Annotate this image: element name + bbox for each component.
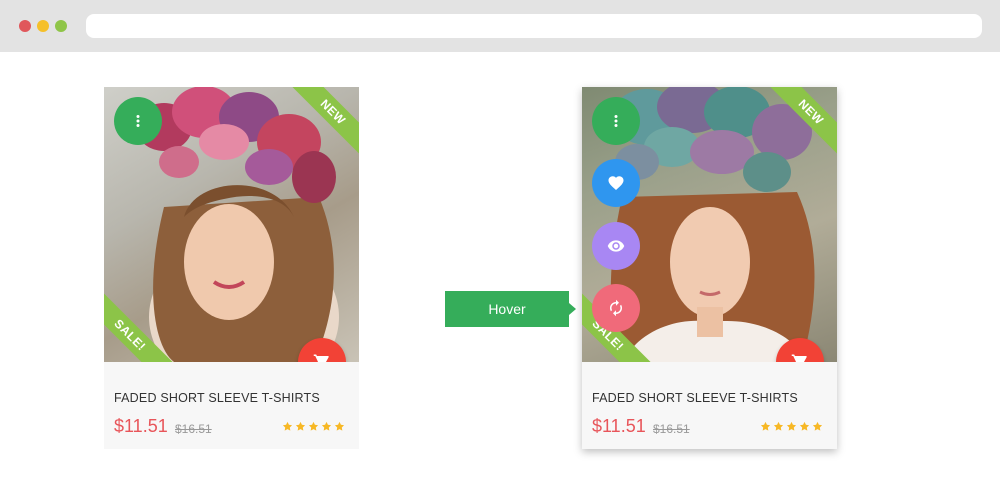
star-rating (760, 419, 823, 431)
eye-icon (607, 240, 625, 252)
product-price: $11.51 (592, 416, 646, 436)
star-icon (786, 419, 797, 431)
product-card-default[interactable]: NEW SALE! FADED SHORT SLEEVE T-SHIRTS $1… (104, 87, 359, 449)
product-title[interactable]: FADED SHORT SLEEVE T-SHIRTS (592, 391, 798, 405)
star-icon (773, 419, 784, 431)
address-bar[interactable] (86, 14, 982, 38)
maximize-window-dot[interactable] (55, 20, 67, 32)
heart-icon (608, 176, 624, 191)
browser-toolbar (0, 0, 1000, 52)
hover-arrow (569, 303, 576, 315)
star-icon (799, 419, 810, 431)
product-old-price: $16.51 (175, 422, 212, 436)
star-icon (282, 419, 293, 431)
more-vert-icon (136, 115, 140, 127)
product-old-price: $16.51 (653, 422, 690, 436)
star-rating (282, 419, 345, 431)
product-card-hover[interactable]: NEW SALE! FADED SHORT SLEEVE T-SHIRTS $1… (582, 87, 837, 449)
add-to-wishlist-button[interactable] (592, 159, 640, 207)
star-icon (308, 419, 319, 431)
star-icon (321, 419, 332, 431)
more-options-button[interactable] (114, 97, 162, 145)
minimize-window-dot[interactable] (37, 20, 49, 32)
more-vert-icon (614, 115, 618, 127)
more-options-button[interactable] (592, 97, 640, 145)
star-icon (812, 419, 823, 431)
close-window-dot[interactable] (19, 20, 31, 32)
star-icon (295, 419, 306, 431)
star-icon (334, 419, 345, 431)
product-price: $11.51 (114, 416, 168, 436)
cart-icon (791, 354, 807, 362)
quick-view-button[interactable] (592, 222, 640, 270)
hover-label: Hover (445, 291, 569, 327)
refresh-icon (610, 299, 622, 317)
cart-icon (313, 354, 329, 362)
product-image[interactable]: NEW SALE! (582, 87, 837, 362)
compare-button[interactable] (592, 284, 640, 332)
product-image[interactable]: NEW SALE! (104, 87, 359, 362)
product-title[interactable]: FADED SHORT SLEEVE T-SHIRTS (114, 391, 320, 405)
star-icon (760, 419, 771, 431)
